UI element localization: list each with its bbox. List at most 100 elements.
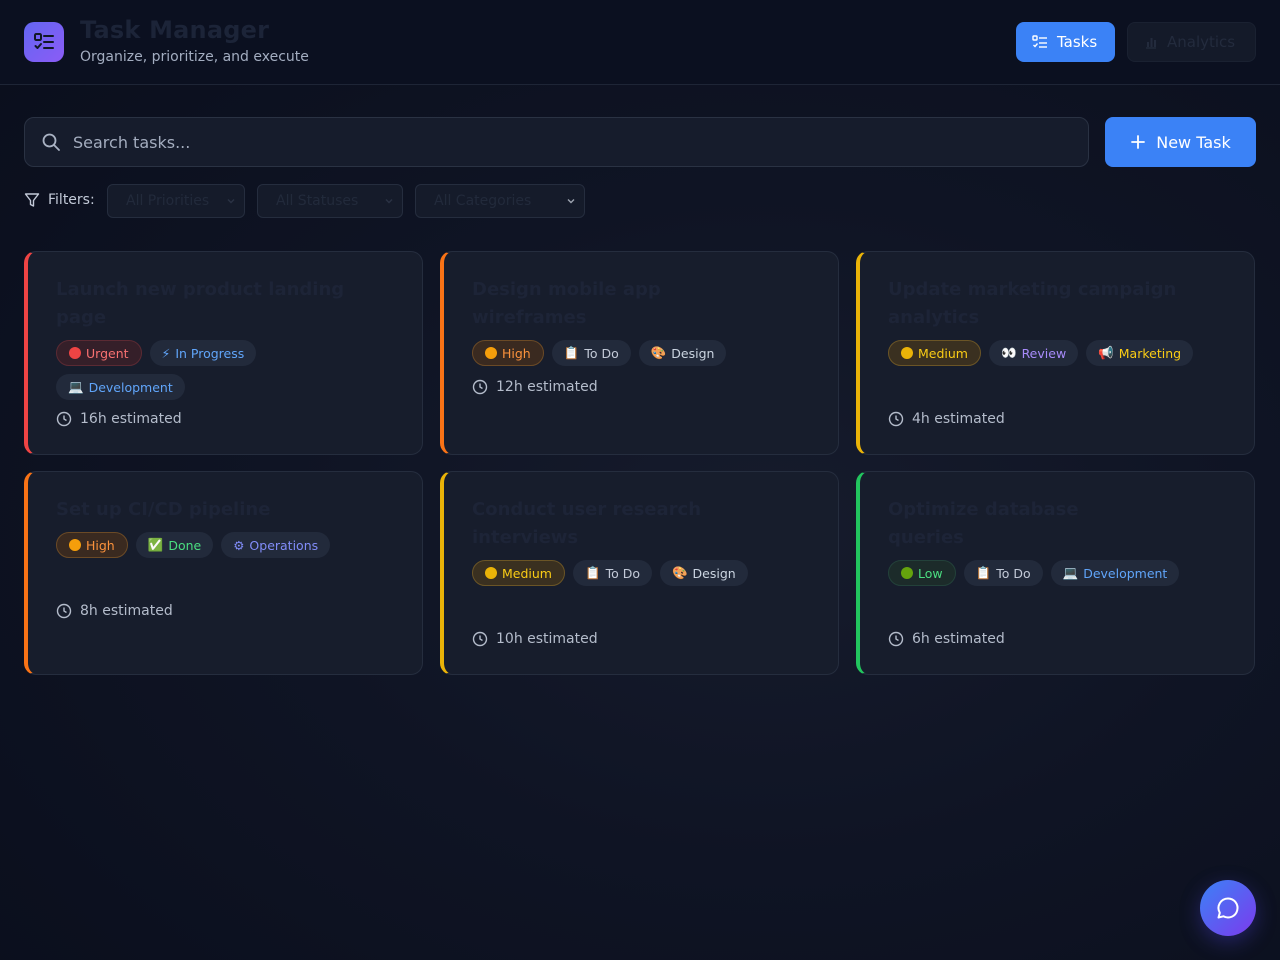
category-badge: 🎨 Design — [638, 340, 727, 366]
yellow-circle-icon — [485, 567, 497, 579]
priority-label: Medium — [502, 565, 552, 581]
estimate-label: 4h estimated — [912, 411, 1005, 427]
orange-circle-icon — [69, 539, 81, 551]
eyes-icon: 👀 — [1000, 345, 1017, 360]
status-badge: ⚡ In Progress — [149, 340, 257, 366]
category-badge: 💻 Development — [56, 374, 185, 400]
chat-button[interactable] — [1200, 880, 1256, 936]
status-label: To Do — [996, 565, 1031, 581]
category-label: Design — [692, 565, 736, 581]
status-badge: 📋 To Do — [572, 560, 652, 586]
category-filter-select[interactable]: All Categories — [415, 184, 585, 218]
status-label: Review — [1021, 345, 1067, 361]
task-estimate: 4h estimated — [888, 411, 1005, 427]
task-title: Conduct user research interviews — [472, 499, 702, 548]
task-badges: High ✅ Done ⚙ Operations — [56, 532, 386, 558]
task-card[interactable]: Launch new product landing page Urgent ⚡… — [24, 251, 423, 455]
app-header: Task Manager Organize, prioritize, and e… — [0, 0, 1280, 85]
category-filter-value: All Categories — [434, 193, 532, 209]
estimate-label: 12h estimated — [496, 379, 598, 395]
status-label: Done — [168, 537, 202, 553]
lightning-icon: ⚡ — [161, 345, 171, 361]
orange-circle-icon — [485, 347, 497, 359]
gear-icon: ⚙ — [233, 537, 245, 553]
category-label: Development — [1083, 565, 1168, 581]
priority-filter-value: All Priorities — [126, 193, 210, 209]
category-label: Marketing — [1118, 345, 1182, 361]
task-badges: Urgent ⚡ In Progress 💻 Development — [56, 340, 386, 400]
priority-label: Low — [918, 565, 943, 581]
chat-bubble-icon — [1217, 897, 1239, 919]
task-card[interactable]: Set up CI/CD pipeline High ✅ Done ⚙ Oper… — [24, 471, 423, 675]
check-mark-icon: ✅ — [147, 537, 164, 552]
task-estimate: 16h estimated — [56, 411, 182, 427]
category-badge: 💻 Development — [1050, 560, 1180, 586]
clock-icon — [56, 411, 72, 427]
laptop-icon: 💻 — [68, 379, 84, 394]
bar-chart-icon — [1146, 38, 1156, 49]
palette-icon: 🎨 — [671, 565, 688, 580]
task-estimate: 8h estimated — [56, 603, 173, 619]
category-label: Development — [88, 379, 173, 395]
task-card[interactable]: Conduct user research interviews Medium … — [440, 471, 839, 675]
status-badge: 👀 Review — [988, 340, 1079, 366]
priority-label: High — [86, 537, 115, 553]
task-card[interactable]: Update marketing campaign analytics Medi… — [856, 251, 1255, 455]
status-badge: ✅ Done — [135, 532, 214, 558]
task-list-icon — [1032, 35, 1047, 48]
red-circle-icon — [69, 347, 81, 359]
category-label: Operations — [249, 537, 319, 553]
green-circle-icon — [901, 567, 913, 579]
task-badges: Low 📋 To Do 💻 Development — [888, 560, 1218, 586]
clock-icon — [56, 603, 72, 619]
task-badges: High 📋 To Do 🎨 Design — [472, 340, 802, 366]
estimate-label: 16h estimated — [80, 411, 182, 427]
clipboard-icon: 📋 — [563, 345, 580, 360]
palette-icon: 🎨 — [650, 345, 667, 360]
category-label: Design — [671, 345, 715, 361]
priority-filter-select[interactable]: All Priorities — [107, 184, 245, 218]
priority-label: Urgent — [86, 345, 129, 361]
priority-label: High — [502, 345, 531, 361]
filters-label: Filters: — [24, 192, 95, 208]
priority-badge: High — [472, 340, 544, 366]
clipboard-icon: 📋 — [584, 565, 601, 580]
status-label: In Progress — [175, 345, 245, 361]
filters-text: Filters: — [48, 192, 95, 208]
task-title: Update marketing campaign analytics — [888, 279, 1177, 328]
status-filter-value: All Statuses — [276, 193, 359, 209]
task-title: Set up CI/CD pipeline — [56, 499, 271, 520]
task-estimate: 6h estimated — [888, 631, 1005, 647]
clipboard-icon: 📋 — [975, 565, 992, 580]
search-input[interactable] — [73, 132, 1033, 152]
tasks-tab-button[interactable]: Tasks — [1016, 22, 1115, 62]
status-filter-select[interactable]: All Statuses — [257, 184, 403, 218]
priority-badge: Medium — [888, 340, 981, 366]
search-bar[interactable] — [24, 117, 1089, 167]
chevron-down-icon — [385, 199, 393, 204]
task-badges: Medium 📋 To Do 🎨 Design — [472, 560, 802, 586]
analytics-tab-button[interactable]: Analytics — [1127, 22, 1256, 62]
task-title: Optimize database queries — [888, 499, 1079, 548]
clock-icon — [472, 379, 488, 395]
task-card[interactable]: Design mobile app wireframes High 📋 To D… — [440, 251, 839, 455]
tasks-tab-label: Tasks — [1057, 33, 1098, 51]
priority-badge: Urgent — [56, 340, 142, 366]
task-list-logo-icon — [24, 22, 64, 62]
task-title: Design mobile app wireframes — [472, 279, 661, 328]
filter-icon — [24, 193, 40, 207]
priority-badge: Low — [888, 560, 956, 586]
task-estimate: 10h estimated — [472, 631, 598, 647]
new-task-button[interactable]: New Task — [1105, 117, 1256, 167]
task-badges: Medium 👀 Review 📢 Marketing — [888, 340, 1218, 366]
chevron-down-icon — [227, 199, 235, 204]
task-title: Launch new product landing page — [56, 279, 345, 328]
task-card[interactable]: Optimize database queries Low 📋 To Do 💻 … — [856, 471, 1255, 675]
clock-icon — [472, 631, 488, 647]
estimate-label: 8h estimated — [80, 603, 173, 619]
priority-label: Medium — [918, 345, 968, 361]
search-icon — [42, 133, 60, 151]
task-estimate: 12h estimated — [472, 379, 598, 395]
clock-icon — [888, 411, 904, 427]
new-task-label: New Task — [1156, 132, 1231, 152]
